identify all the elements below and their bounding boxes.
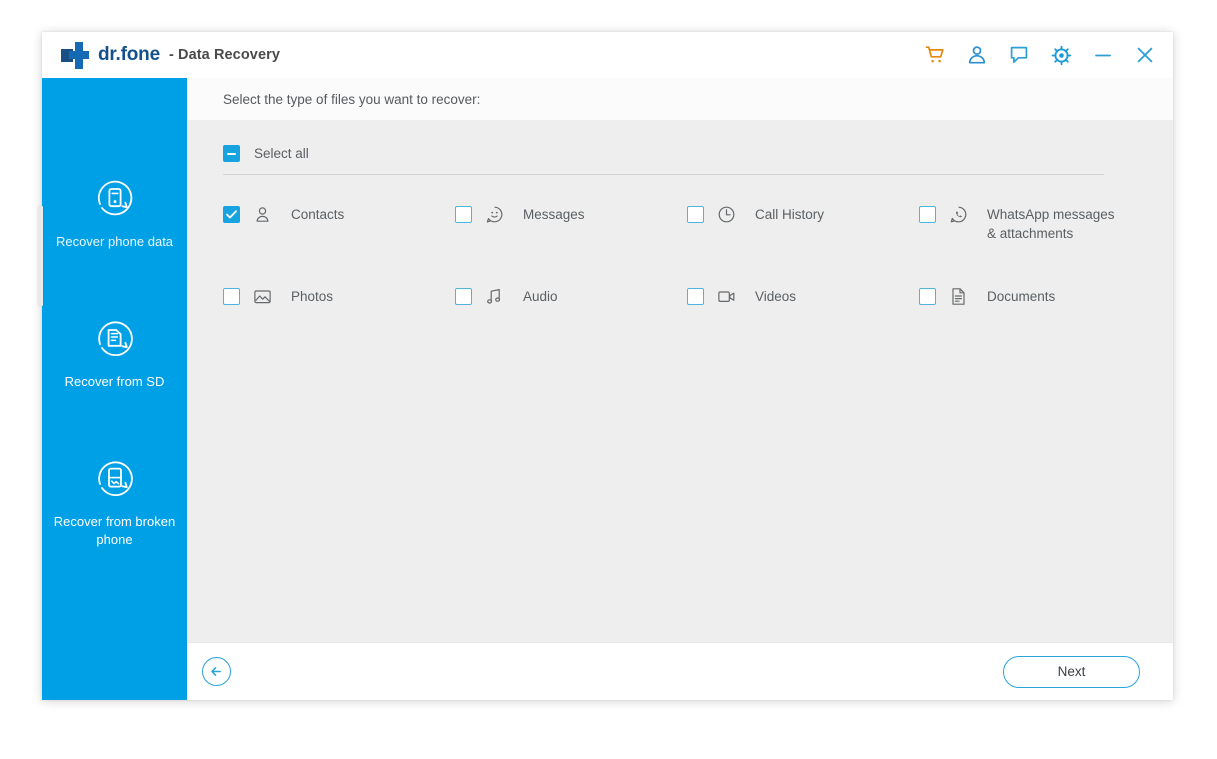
- file-type-videos[interactable]: Videos: [687, 282, 919, 364]
- brand-name: dr.fone: [98, 44, 160, 65]
- call-history-icon: [717, 205, 736, 224]
- audio-checkbox[interactable]: [455, 288, 472, 305]
- file-type-label: Messages: [523, 207, 585, 222]
- module-title: - Data Recovery: [168, 47, 281, 63]
- minimize-icon[interactable]: [1091, 43, 1115, 67]
- file-type-grid: Contacts Messages Call History WhatsApp …: [223, 200, 1203, 364]
- cart-icon[interactable]: [923, 43, 947, 67]
- back-button[interactable]: [202, 657, 231, 686]
- file-type-whatsapp[interactable]: WhatsApp messages & attachments: [919, 200, 1151, 282]
- section-divider: [223, 174, 1104, 175]
- select-all-label: Select all: [254, 146, 309, 161]
- footer-bar: Next: [187, 642, 1173, 700]
- file-type-documents[interactable]: Documents: [919, 282, 1151, 364]
- sidebar-item-recover-from-sd[interactable]: Recover from SD: [42, 316, 187, 391]
- file-type-label: Photos: [291, 289, 334, 304]
- videos-icon: [717, 287, 736, 306]
- next-button[interactable]: Next: [1003, 655, 1140, 688]
- instruction-text: Select the type of files you want to rec…: [223, 91, 481, 107]
- contacts-icon: [253, 205, 272, 224]
- select-all-checkbox[interactable]: [223, 145, 240, 162]
- file-type-label: Contacts: [291, 207, 345, 222]
- sidebar-item-label: Recover from SD: [64, 374, 165, 389]
- sidebar: Recover phone data Recover from SD Recov…: [38, 78, 187, 700]
- messages-checkbox[interactable]: [455, 206, 472, 223]
- file-type-row: Contacts Messages Call History WhatsApp …: [223, 200, 1203, 282]
- recover-phone-icon: [50, 176, 179, 220]
- call-history-checkbox[interactable]: [687, 206, 704, 223]
- file-type-label: Audio: [523, 289, 558, 304]
- messages-icon: [485, 205, 504, 224]
- file-type-audio[interactable]: Audio: [455, 282, 687, 364]
- file-type-label: WhatsApp messages & attachments: [987, 207, 1115, 241]
- main-content: Select the type of files you want to rec…: [187, 78, 1173, 700]
- arrow-left-icon: [211, 667, 221, 676]
- documents-checkbox[interactable]: [919, 288, 936, 305]
- select-all-row[interactable]: Select all: [223, 145, 309, 162]
- brand-area: dr.fone - Data Recovery: [42, 41, 281, 69]
- application-window: dr.fone - Data Recovery Recover phone da…: [38, 32, 1173, 700]
- file-type-photos[interactable]: Photos: [223, 282, 455, 364]
- account-icon[interactable]: [965, 43, 989, 67]
- sidebar-item-label: Recover from broken phone: [53, 514, 176, 547]
- sidebar-item-recover-from-broken-phone[interactable]: Recover from broken phone: [42, 456, 187, 549]
- file-type-contacts[interactable]: Contacts: [223, 200, 455, 282]
- file-type-row: Photos Audio Videos Documents: [223, 282, 1203, 364]
- selection-panel: Select all Contacts Messages Call Histor…: [187, 120, 1173, 642]
- title-bar: dr.fone - Data Recovery: [42, 32, 1173, 78]
- recover-sd-icon: [50, 316, 179, 360]
- videos-checkbox[interactable]: [687, 288, 704, 305]
- file-type-label: Documents: [987, 289, 1056, 304]
- audio-icon: [485, 287, 504, 306]
- titlebar-actions: [923, 43, 1173, 67]
- feedback-icon[interactable]: [1007, 43, 1031, 67]
- whatsapp-icon: [949, 205, 968, 224]
- file-type-messages[interactable]: Messages: [455, 200, 687, 282]
- whatsapp-checkbox[interactable]: [919, 206, 936, 223]
- file-type-label: Call History: [755, 207, 825, 222]
- photos-icon: [253, 287, 272, 306]
- settings-gear-icon[interactable]: [1049, 43, 1073, 67]
- contacts-checkbox[interactable]: [223, 206, 240, 223]
- instruction-bar: Select the type of files you want to rec…: [187, 78, 1173, 120]
- sidebar-item-label: Recover phone data: [55, 234, 174, 249]
- file-type-call-history[interactable]: Call History: [687, 200, 919, 282]
- sidebar-item-recover-phone-data[interactable]: Recover phone data: [42, 176, 187, 251]
- file-type-label: Videos: [755, 289, 797, 304]
- documents-icon: [949, 287, 968, 306]
- photos-checkbox[interactable]: [223, 288, 240, 305]
- close-icon[interactable]: [1133, 43, 1157, 67]
- drfone-logo-icon: [61, 41, 89, 69]
- recover-broken-phone-icon: [50, 456, 179, 500]
